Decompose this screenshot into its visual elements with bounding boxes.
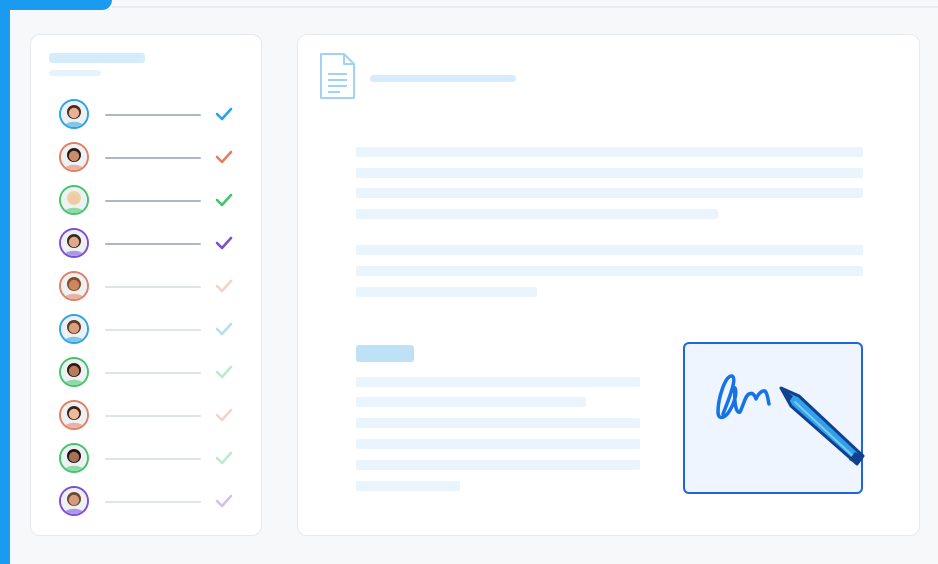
avatar — [59, 400, 89, 430]
signer-row[interactable] — [59, 185, 249, 217]
signature-field[interactable] — [683, 342, 865, 494]
text-line-placeholder — [356, 418, 640, 428]
checkmark-icon — [215, 279, 233, 293]
signer-name-placeholder — [105, 157, 201, 159]
pen-icon — [779, 386, 865, 466]
signer-row[interactable] — [59, 142, 249, 174]
checkmark-icon — [215, 494, 233, 508]
avatar — [59, 357, 89, 387]
checkmark-icon — [215, 451, 233, 465]
accent-edge — [0, 0, 10, 564]
signer-name-placeholder — [105, 501, 201, 503]
signer-name-placeholder — [105, 329, 201, 331]
checkmark-icon — [215, 236, 233, 250]
signer-name-placeholder — [105, 372, 201, 374]
signer-row[interactable] — [59, 271, 249, 303]
top-divider — [112, 6, 938, 8]
signer-row[interactable] — [59, 486, 249, 518]
avatar — [59, 314, 89, 344]
checkmark-icon — [215, 150, 233, 164]
signer-row[interactable] — [59, 314, 249, 346]
signer-name-placeholder — [105, 286, 201, 288]
avatar — [59, 228, 89, 258]
checkmark-icon — [215, 193, 233, 207]
text-line-placeholder — [356, 168, 863, 178]
signer-row[interactable] — [59, 99, 249, 131]
text-line-placeholder — [356, 377, 640, 387]
signer-name-placeholder — [105, 243, 201, 245]
document-icon — [320, 53, 355, 99]
text-line-placeholder — [356, 245, 863, 255]
text-line-placeholder — [356, 397, 586, 407]
signer-name-placeholder — [105, 415, 201, 417]
text-line-placeholder — [356, 287, 537, 297]
accent-corner — [0, 0, 112, 10]
avatar — [59, 185, 89, 215]
document-panel — [297, 34, 920, 536]
avatar — [59, 486, 89, 516]
section-label-placeholder — [356, 345, 414, 362]
avatar — [59, 99, 89, 129]
avatar — [59, 142, 89, 172]
signer-name-placeholder — [105, 114, 201, 116]
signer-name-placeholder — [105, 200, 201, 202]
text-line-placeholder — [356, 209, 718, 219]
checkmark-icon — [215, 322, 233, 336]
text-line-placeholder — [356, 439, 640, 449]
text-line-placeholder — [356, 460, 640, 470]
signers-panel-subtitle-placeholder — [49, 70, 101, 76]
text-line-placeholder — [356, 188, 863, 198]
signer-row[interactable] — [59, 400, 249, 432]
signer-row[interactable] — [59, 443, 249, 475]
checkmark-icon — [215, 107, 233, 121]
signers-panel-title-placeholder — [49, 53, 145, 63]
text-line-placeholder — [356, 266, 863, 276]
signature-drawing — [716, 374, 865, 466]
text-line-placeholder — [356, 481, 460, 491]
signer-name-placeholder — [105, 458, 201, 460]
checkmark-icon — [215, 365, 233, 379]
text-line-placeholder — [356, 147, 863, 157]
signer-row[interactable] — [59, 357, 249, 389]
signers-panel — [30, 34, 262, 536]
document-title-placeholder — [370, 75, 516, 82]
avatar — [59, 271, 89, 301]
avatar — [59, 443, 89, 473]
checkmark-icon — [215, 408, 233, 422]
signer-row[interactable] — [59, 228, 249, 260]
